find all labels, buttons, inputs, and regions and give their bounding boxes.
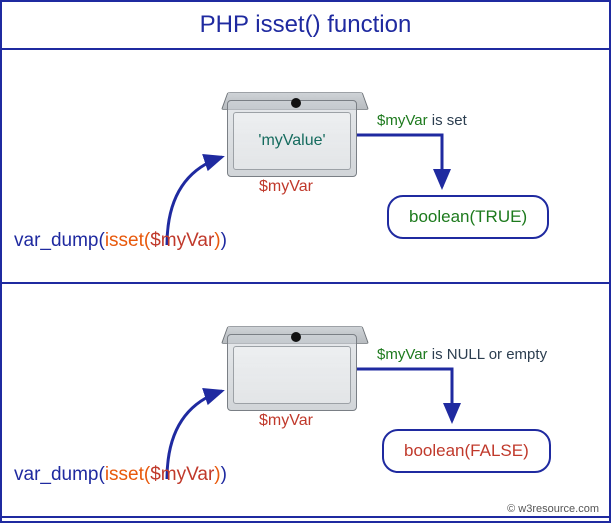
panel-not-set: $myVar $myVar is NULL or empty bool	[2, 284, 609, 518]
variable-name-label: $myVar	[259, 178, 313, 196]
result-box: boolean(TRUE)	[387, 195, 549, 239]
fn-var-dump: var_dump	[14, 464, 99, 485]
variable-name-label: $myVar	[259, 412, 313, 430]
code-expression: var_dump(isset($myVar))	[14, 464, 227, 486]
credit-text: © w3resource.com	[507, 503, 599, 515]
result-text: boolean(TRUE)	[409, 207, 527, 226]
status-text: is set	[432, 112, 467, 129]
status-label: $myVar is set	[377, 112, 467, 129]
lock-icon	[291, 98, 301, 108]
result-box: boolean(FALSE)	[382, 429, 551, 473]
arg: $myVar	[150, 464, 214, 485]
arg: $myVar	[150, 230, 214, 251]
diagram-frame: PHP isset() function 'myValue' $myVar	[0, 0, 611, 523]
paren: )	[221, 230, 227, 251]
status-label: $myVar is NULL or empty	[377, 346, 547, 363]
paren: )	[221, 464, 227, 485]
panel-set: 'myValue' $myVar $myVar is	[2, 50, 609, 284]
box-value-text: 'myValue'	[258, 132, 325, 150]
fn-isset: isset	[105, 230, 144, 251]
code-expression: var_dump(isset($myVar))	[14, 230, 227, 252]
status-var: $myVar	[377, 112, 428, 129]
title-text: PHP isset() function	[200, 11, 412, 39]
status-var: $myVar	[377, 346, 428, 363]
diagram-title: PHP isset() function	[2, 2, 609, 50]
fn-var-dump: var_dump	[14, 230, 99, 251]
lock-icon	[291, 332, 301, 342]
result-text: boolean(FALSE)	[404, 441, 529, 460]
fn-isset: isset	[105, 464, 144, 485]
status-text: is NULL or empty	[432, 346, 547, 363]
